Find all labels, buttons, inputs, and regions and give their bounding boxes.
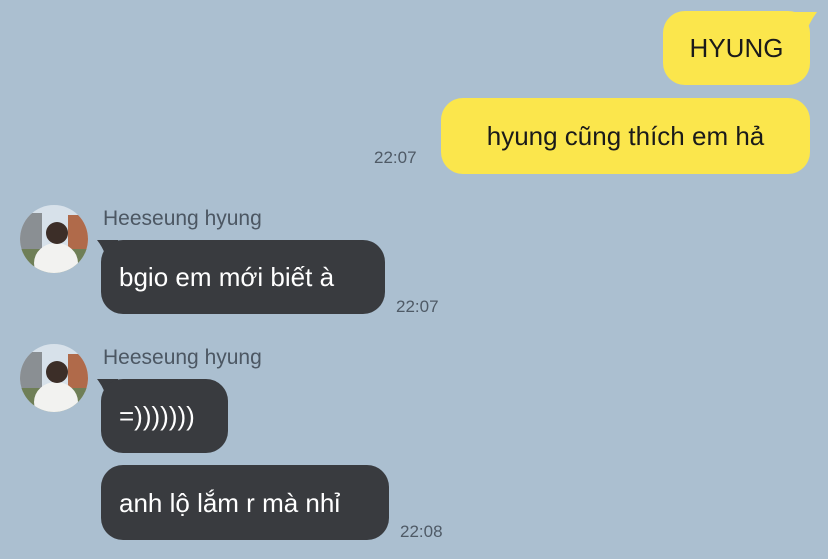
contact-avatar[interactable]	[20, 344, 88, 412]
profile-photo-icon	[20, 344, 88, 412]
outgoing-message-bubble[interactable]: hyung cũng thích em hả	[441, 98, 810, 174]
message-text: bgio em mới biết à	[119, 262, 335, 292]
message-text: hyung cũng thích em hả	[486, 121, 765, 151]
incoming-message-bubble[interactable]: bgio em mới biết à	[101, 240, 385, 314]
message-timestamp: 22:07	[374, 148, 417, 167]
message-timestamp: 22:08	[400, 522, 443, 541]
incoming-message-bubble[interactable]: anh lộ lắm r mà nhỉ	[101, 465, 389, 540]
outgoing-bubble-tail	[790, 12, 817, 38]
message-timestamp: 22:07	[396, 297, 439, 316]
message-text: =)))))))	[119, 401, 195, 431]
sender-name: Heeseung hyung	[103, 207, 262, 230]
profile-photo-icon	[20, 205, 88, 273]
incoming-message-bubble[interactable]: =)))))))	[101, 379, 228, 453]
sender-name: Heeseung hyung	[103, 346, 262, 369]
message-text: HYUNG	[689, 33, 784, 63]
contact-avatar[interactable]	[20, 205, 88, 273]
message-text: anh lộ lắm r mà nhỉ	[119, 487, 341, 518]
outgoing-message-bubble[interactable]: HYUNG	[663, 11, 810, 85]
